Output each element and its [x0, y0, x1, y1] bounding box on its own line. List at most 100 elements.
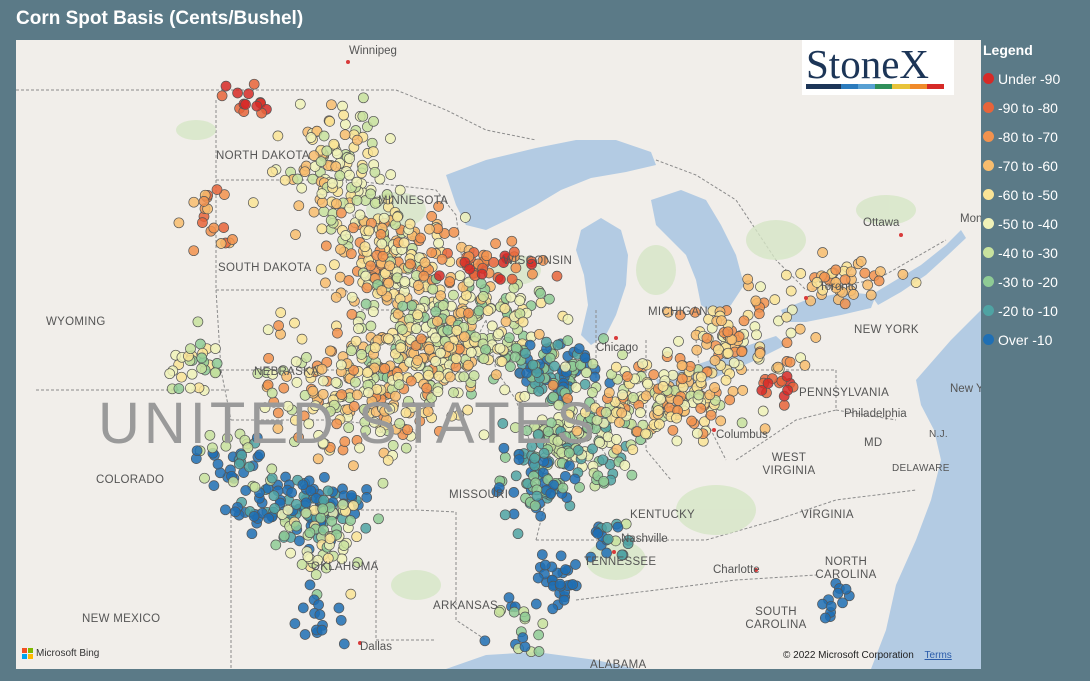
- basis-point-marker[interactable]: [251, 100, 263, 112]
- basis-point-marker[interactable]: [344, 153, 355, 164]
- basis-point-marker[interactable]: [314, 609, 326, 621]
- basis-point-marker[interactable]: [369, 166, 381, 178]
- basis-point-marker[interactable]: [862, 279, 874, 291]
- basis-point-marker[interactable]: [519, 611, 531, 623]
- basis-point-marker[interactable]: [318, 130, 330, 142]
- basis-point-marker[interactable]: [360, 522, 372, 534]
- basis-point-marker[interactable]: [300, 497, 312, 509]
- basis-point-marker[interactable]: [508, 282, 520, 294]
- basis-point-marker[interactable]: [248, 510, 260, 522]
- basis-point-marker[interactable]: [196, 363, 207, 374]
- basis-point-marker[interactable]: [837, 597, 848, 609]
- basis-point-marker[interactable]: [354, 209, 366, 221]
- basis-point-marker[interactable]: [600, 407, 612, 418]
- basis-point-marker[interactable]: [289, 317, 300, 329]
- basis-point-marker[interactable]: [291, 520, 302, 532]
- basis-point-marker[interactable]: [817, 598, 828, 610]
- basis-point-marker[interactable]: [282, 504, 294, 516]
- basis-point-marker[interactable]: [360, 270, 372, 282]
- basis-point-marker[interactable]: [433, 237, 444, 249]
- basis-point-marker[interactable]: [481, 250, 493, 262]
- basis-point-marker[interactable]: [564, 460, 575, 472]
- basis-point-marker[interactable]: [621, 371, 633, 382]
- legend-item[interactable]: -90 to -80: [983, 93, 1087, 122]
- basis-point-marker[interactable]: [691, 344, 703, 356]
- basis-point-marker[interactable]: [799, 360, 811, 371]
- basis-point-marker[interactable]: [533, 328, 545, 340]
- basis-point-marker[interactable]: [482, 305, 494, 317]
- basis-point-marker[interactable]: [537, 618, 549, 629]
- basis-point-marker[interactable]: [304, 527, 316, 539]
- basis-point-marker[interactable]: [611, 434, 622, 445]
- basis-point-marker[interactable]: [326, 99, 337, 111]
- basis-point-marker[interactable]: [506, 273, 518, 285]
- basis-point-marker[interactable]: [722, 347, 734, 359]
- basis-point-marker[interactable]: [757, 405, 769, 417]
- basis-point-marker[interactable]: [412, 355, 423, 366]
- basis-point-marker[interactable]: [315, 512, 327, 524]
- basis-point-marker[interactable]: [635, 407, 646, 418]
- basis-point-marker[interactable]: [424, 343, 435, 355]
- basis-point-marker[interactable]: [197, 217, 208, 228]
- basis-point-marker[interactable]: [247, 197, 259, 208]
- basis-point-marker[interactable]: [324, 116, 336, 127]
- basis-point-marker[interactable]: [363, 225, 375, 237]
- basis-point-marker[interactable]: [335, 207, 347, 219]
- basis-point-marker[interactable]: [521, 367, 533, 379]
- basis-point-marker[interactable]: [460, 212, 471, 223]
- basis-point-marker[interactable]: [532, 572, 544, 584]
- basis-point-marker[interactable]: [494, 342, 506, 354]
- basis-point-marker[interactable]: [331, 198, 342, 210]
- basis-point-marker[interactable]: [292, 173, 303, 185]
- basis-point-marker[interactable]: [817, 247, 828, 258]
- basis-point-marker[interactable]: [186, 368, 198, 380]
- basis-point-marker[interactable]: [268, 490, 280, 502]
- basis-point-marker[interactable]: [610, 361, 622, 373]
- basis-point-marker[interactable]: [490, 238, 501, 249]
- basis-point-marker[interactable]: [430, 306, 442, 318]
- basis-point-marker[interactable]: [742, 273, 754, 285]
- basis-point-marker[interactable]: [657, 381, 669, 392]
- basis-point-marker[interactable]: [769, 294, 781, 305]
- basis-point-marker[interactable]: [322, 485, 334, 497]
- basis-point-marker[interactable]: [320, 240, 332, 252]
- basis-point-marker[interactable]: [448, 226, 460, 238]
- basis-point-marker[interactable]: [262, 324, 274, 336]
- basis-point-marker[interactable]: [286, 487, 298, 498]
- basis-point-marker[interactable]: [897, 269, 909, 280]
- basis-point-marker[interactable]: [356, 349, 367, 360]
- basis-point-marker[interactable]: [316, 188, 328, 199]
- basis-point-marker[interactable]: [188, 245, 200, 257]
- basis-point-marker[interactable]: [353, 323, 364, 334]
- basis-point-marker[interactable]: [229, 506, 241, 518]
- basis-point-marker[interactable]: [672, 395, 684, 407]
- basis-point-marker[interactable]: [214, 467, 226, 479]
- basis-point-marker[interactable]: [696, 371, 707, 383]
- basis-point-marker[interactable]: [199, 472, 210, 484]
- basis-point-marker[interactable]: [426, 211, 438, 222]
- basis-point-marker[interactable]: [365, 320, 377, 332]
- basis-point-marker[interactable]: [291, 498, 302, 510]
- basis-point-marker[interactable]: [676, 373, 688, 385]
- basis-point-marker[interactable]: [196, 352, 208, 364]
- basis-point-marker[interactable]: [671, 412, 682, 424]
- basis-point-marker[interactable]: [695, 403, 707, 414]
- basis-point-marker[interactable]: [345, 248, 357, 260]
- basis-point-marker[interactable]: [619, 460, 631, 471]
- legend-item[interactable]: -70 to -60: [983, 151, 1087, 180]
- basis-point-marker[interactable]: [270, 539, 282, 551]
- basis-point-marker[interactable]: [338, 540, 350, 551]
- basis-point-marker[interactable]: [480, 344, 491, 356]
- basis-point-marker[interactable]: [552, 339, 564, 351]
- legend-item[interactable]: Over -10: [983, 325, 1087, 354]
- basis-point-marker[interactable]: [865, 289, 877, 301]
- basis-point-marker[interactable]: [249, 481, 261, 493]
- basis-point-marker[interactable]: [785, 285, 797, 297]
- basis-point-marker[interactable]: [176, 371, 187, 383]
- basis-point-marker[interactable]: [433, 370, 445, 382]
- basis-point-marker[interactable]: [530, 598, 542, 610]
- basis-point-marker[interactable]: [325, 214, 337, 226]
- basis-point-marker[interactable]: [587, 358, 599, 370]
- basis-point-marker[interactable]: [781, 337, 793, 349]
- basis-point-marker[interactable]: [369, 342, 381, 354]
